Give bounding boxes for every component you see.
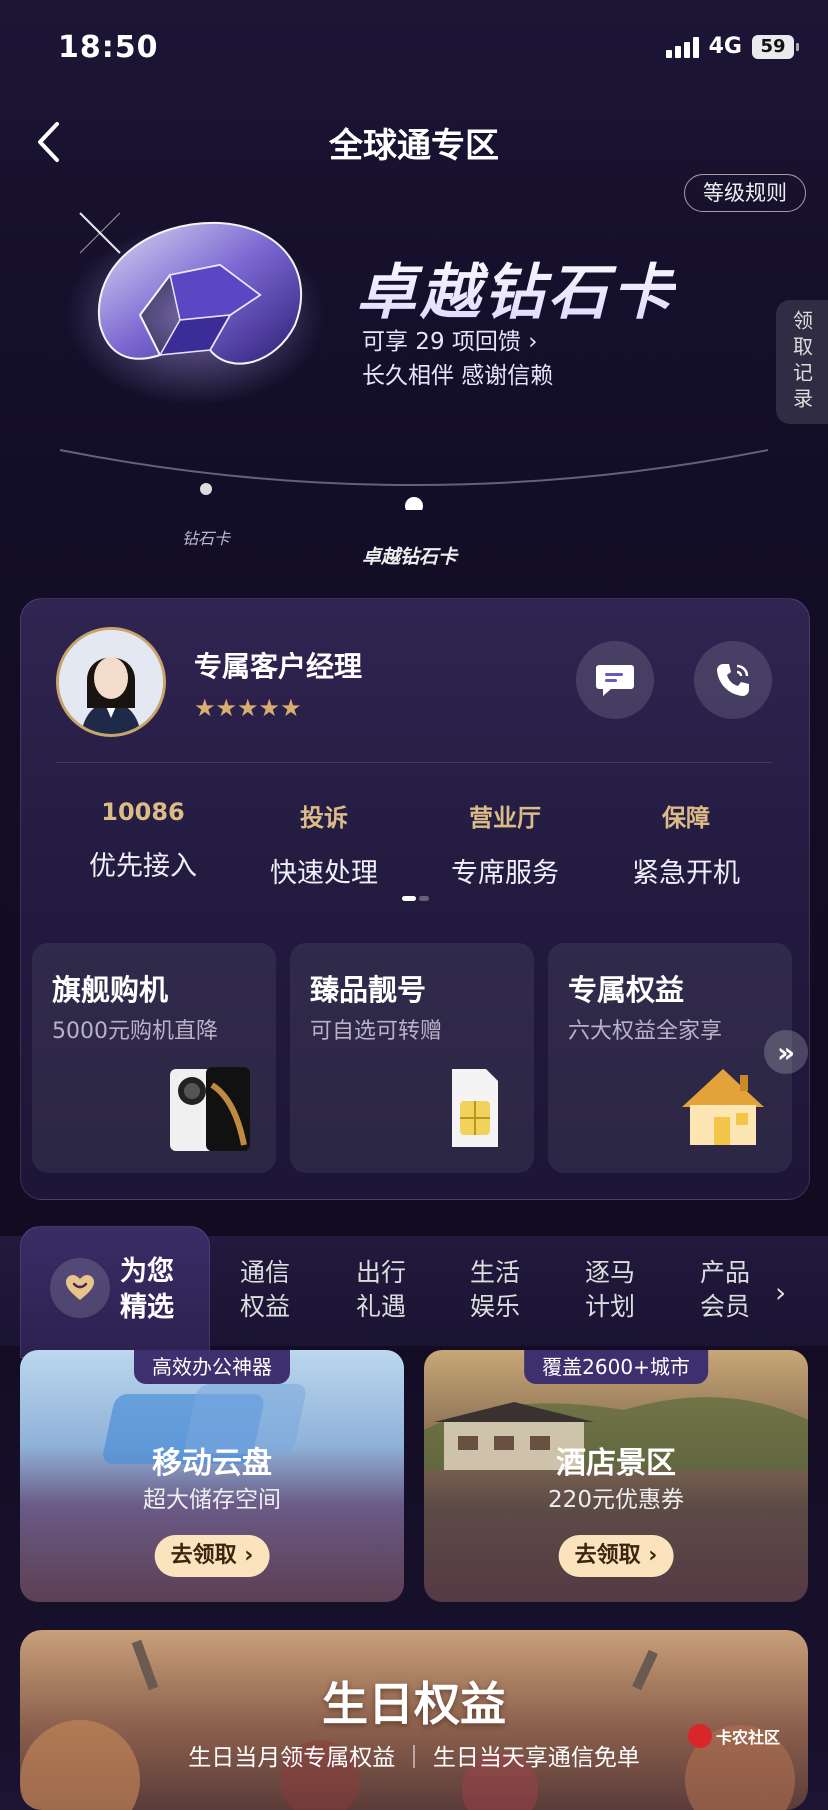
- tab-label-line: 产品: [700, 1258, 751, 1287]
- feature-subtitle: 5000元购机直降: [52, 1019, 218, 1044]
- promo-cloud-drive[interactable]: 高效办公神器 移动云盘 超大储存空间 去领取 ›: [20, 1350, 404, 1602]
- level-progress-arc: [59, 449, 769, 510]
- service-title: 10086: [101, 798, 185, 826]
- level-rules-button[interactable]: 等级规则: [684, 174, 806, 212]
- diamond-emblem-icon: [65, 212, 325, 405]
- divider: [56, 762, 772, 763]
- page-title: 全球通专区: [329, 126, 499, 166]
- service-subtitle: 紧急开机: [632, 858, 740, 889]
- claim-button-label: 去领取: [574, 1543, 641, 1568]
- manager-avatar-icon: [59, 630, 163, 734]
- claim-records-tab[interactable]: 领取记录: [776, 300, 828, 424]
- service-title: 保障: [662, 804, 710, 832]
- birthday-subtitle-left: 生日当月领专属权益: [188, 1745, 396, 1771]
- phone-product-icon: [170, 1067, 250, 1151]
- feature-flagship-phone[interactable]: 旗舰购机 5000元购机直降: [32, 943, 276, 1173]
- tab-label-line: 出行: [356, 1258, 407, 1287]
- tab-featured-label: 为您 精选: [120, 1254, 174, 1326]
- tab-label-line: 礼遇: [356, 1292, 407, 1321]
- tab-membership[interactable]: 产品 会员: [700, 1256, 750, 1324]
- heart-icon: [50, 1258, 110, 1318]
- status-time: 18:50: [58, 30, 159, 65]
- promo-badge: 覆盖2600+城市: [524, 1350, 708, 1384]
- promo-hotel[interactable]: 覆盖2600+城市 酒店景区 220元优惠券 去领取 ›: [424, 1350, 808, 1602]
- network-type: 4G: [708, 34, 742, 59]
- watermark-text: 卡农社区: [716, 1728, 781, 1747]
- status-indicators: 4G 59: [665, 34, 799, 59]
- tab-label-line: 会员: [700, 1292, 751, 1321]
- tab-label-line: 权益: [240, 1292, 291, 1321]
- call-button[interactable]: [694, 641, 772, 719]
- feature-title: 专属权益: [568, 973, 685, 1007]
- promo-subtitle: 220元优惠券: [548, 1487, 684, 1513]
- phone-icon: [717, 664, 749, 696]
- level-label-current: 卓越钻石卡: [362, 546, 458, 568]
- feature-exclusive-benefits[interactable]: 专属权益 六大权益全家享: [548, 943, 792, 1173]
- tab-label-line: 通信: [240, 1258, 291, 1287]
- claim-button-label: 去领取: [170, 1543, 237, 1568]
- feature-title: 旗舰购机: [52, 973, 169, 1007]
- watermark-logo-icon: [688, 1724, 712, 1748]
- feature-subtitle: 可自选可转赠: [310, 1019, 443, 1044]
- promo-title: 移动云盘: [152, 1446, 272, 1481]
- benefits-link[interactable]: 可享 29 项回馈 ›: [362, 322, 537, 356]
- service-emergency[interactable]: 保障 紧急开机: [596, 798, 776, 890]
- tab-label-line: 为您: [120, 1256, 174, 1287]
- tab-label-line: 生活: [470, 1258, 521, 1287]
- benefits-link-label: 可享 29 项回馈: [362, 329, 521, 355]
- house-icon: [682, 1069, 764, 1145]
- tab-label-line: 精选: [120, 1292, 174, 1323]
- tab-label-line: 娱乐: [470, 1292, 521, 1321]
- service-subtitle: 专席服务: [451, 858, 559, 889]
- card-level-name: 卓越钻石卡: [356, 244, 676, 331]
- service-subtitle: 快速处理: [270, 858, 378, 889]
- level-node-current: [405, 497, 423, 510]
- hero-slogan: 长久相伴 感谢信赖: [362, 363, 554, 389]
- feature-subtitle: 六大权益全家享: [568, 1019, 723, 1044]
- promo-subtitle: 超大储存空间: [143, 1487, 281, 1513]
- service-business-hall[interactable]: 营业厅 专席服务: [415, 798, 595, 890]
- heart-shape: [66, 1275, 94, 1300]
- separator: ｜: [402, 1745, 433, 1771]
- manager-rating-stars: ★★★★★: [194, 694, 302, 722]
- level-label-diamond: 钻石卡: [182, 529, 231, 548]
- tab-featured[interactable]: [20, 1226, 210, 1358]
- tab-travel[interactable]: 出行 礼遇: [356, 1256, 406, 1324]
- claim-button[interactable]: 去领取 ›: [154, 1535, 270, 1577]
- promo-title: 酒店景区: [556, 1446, 676, 1481]
- service-title: 投诉: [300, 804, 348, 832]
- manager-title: 专属客户经理: [194, 650, 363, 683]
- sim-card-icon: [452, 1069, 498, 1147]
- signal-icon: [665, 36, 699, 58]
- tab-lifestyle[interactable]: 生活 娱乐: [470, 1256, 520, 1324]
- promo-badge: 高效办公神器: [134, 1350, 290, 1384]
- battery-level: 59: [760, 36, 786, 57]
- tab-label-line: 逐马: [585, 1258, 636, 1287]
- page-indicator: [402, 896, 429, 901]
- feature-premium-number[interactable]: 臻品靓号 可自选可转赠: [290, 943, 534, 1173]
- double-chevron-right-icon: »: [776, 1035, 796, 1069]
- chat-icon: [596, 665, 634, 696]
- tab-plan[interactable]: 逐马 计划: [585, 1256, 635, 1324]
- manager-avatar: [56, 627, 166, 737]
- chevron-right-icon[interactable]: ›: [775, 1276, 786, 1309]
- service-priority-access[interactable]: 10086 优先接入: [53, 798, 233, 883]
- tab-label-line: 计划: [585, 1292, 636, 1321]
- service-complaint[interactable]: 投诉 快速处理: [234, 798, 414, 890]
- claim-button[interactable]: 去领取 ›: [558, 1535, 674, 1577]
- battery-icon: 59: [752, 34, 799, 59]
- feature-title: 臻品靓号: [310, 973, 427, 1007]
- tab-communication[interactable]: 通信 权益: [240, 1256, 290, 1324]
- service-subtitle: 优先接入: [89, 851, 197, 882]
- level-node-diamond: [200, 483, 212, 495]
- chevron-right-icon: ›: [528, 329, 538, 355]
- service-title: 营业厅: [469, 804, 541, 832]
- watermark: 卡农社区: [688, 1724, 780, 1748]
- message-button[interactable]: [576, 641, 654, 719]
- birthday-subtitle-right: 生日当天享通信免单: [432, 1745, 640, 1771]
- more-features-button[interactable]: »: [764, 1030, 808, 1074]
